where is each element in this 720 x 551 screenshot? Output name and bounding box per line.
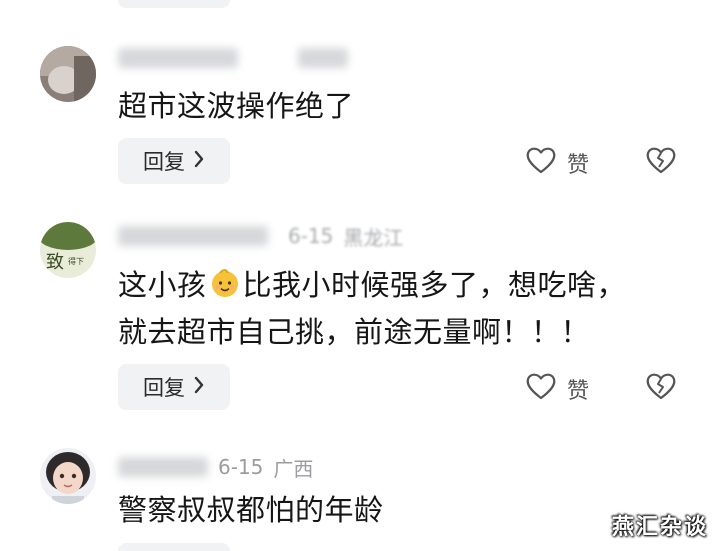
svg-text:得下: 得下 xyxy=(68,256,84,266)
comment-text: 就去超市自己挑，前途无量啊！！！ xyxy=(118,309,590,355)
broken-heart-icon xyxy=(645,373,677,404)
redacted-username xyxy=(118,226,268,246)
reply-button-label: 回复 xyxy=(143,376,185,400)
like-label: 赞 xyxy=(567,153,590,178)
chevron-right-icon xyxy=(193,149,205,173)
comment-text: 这小孩 比我小时候强多了，想吃啥， xyxy=(118,262,626,308)
comment-text-segment: 比我小时候强多了，想吃啥， xyxy=(242,268,627,302)
comment-location: 广西 xyxy=(273,456,314,481)
dislike-button[interactable] xyxy=(645,146,677,178)
like-button[interactable]: 赞 xyxy=(525,146,589,180)
comment-date: 6-15 xyxy=(288,224,334,248)
comment-text: 警察叔叔都怕的年龄 xyxy=(118,487,384,533)
next-reply-button-edge[interactable] xyxy=(118,543,230,551)
chevron-right-icon xyxy=(193,375,205,399)
heart-outline-icon xyxy=(525,372,557,406)
comment-date: 6-15 xyxy=(218,455,264,479)
comment-text-line: 超市这波操作绝了 xyxy=(118,89,355,123)
redacted-username xyxy=(118,48,238,68)
comment-text-segment: 这小孩 xyxy=(118,268,207,302)
watermark: 燕汇杂谈 xyxy=(611,515,708,540)
comment-text: 超市这波操作绝了 xyxy=(118,83,354,129)
reply-button-label: 回复 xyxy=(143,150,185,174)
baby-emoji-icon xyxy=(209,266,241,298)
avatar[interactable] xyxy=(40,448,96,504)
comment-meta-redacted xyxy=(118,44,348,72)
redacted-username xyxy=(118,457,208,477)
reply-button[interactable]: 回复 xyxy=(118,364,230,410)
redacted-date xyxy=(298,48,348,68)
comment-text-line: 就去超市自己挑，前途无量啊！！！ xyxy=(118,315,591,349)
comment-location: 黑龙江 xyxy=(343,225,404,250)
comment-text-line: 警察叔叔都怕的年龄 xyxy=(118,493,384,527)
reply-button[interactable]: 回复 xyxy=(118,138,230,184)
heart-outline-icon xyxy=(525,146,557,180)
like-button[interactable]: 赞 xyxy=(525,372,589,406)
avatar[interactable] xyxy=(40,46,96,102)
previous-reply-button-edge[interactable] xyxy=(118,0,230,8)
comment-meta: 6-15 黑龙江 xyxy=(118,222,403,250)
dislike-button[interactable] xyxy=(645,372,677,404)
comment-meta: 6-15 广西 xyxy=(118,453,313,481)
broken-heart-icon xyxy=(645,147,677,178)
avatar[interactable]: 致 得下 xyxy=(40,222,96,278)
svg-text:致: 致 xyxy=(46,252,64,273)
like-label: 赞 xyxy=(567,379,590,404)
